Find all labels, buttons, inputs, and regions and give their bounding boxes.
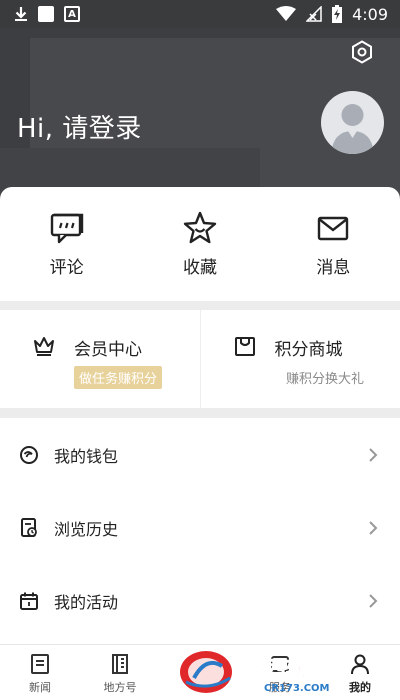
tab-news[interactable]: 新闻: [0, 645, 80, 700]
member-section: 会员中心 做任务赚积分 积分商城 赚积分换大礼: [0, 310, 400, 408]
status-bar: A 4:09: [0, 0, 400, 28]
site-watermark: 西西软件园 CR173.COM: [180, 651, 346, 694]
watermark-title: 西西软件园: [246, 656, 346, 680]
calendar-icon: [20, 592, 38, 610]
tab-local-label: 地方号: [103, 681, 137, 694]
wallet-icon: [20, 445, 38, 464]
chevron-right-icon: [369, 447, 378, 462]
mail-icon: [318, 216, 349, 241]
shop-bag-icon: [234, 337, 255, 356]
points-mall-subtitle: 赚积分换大礼: [285, 372, 364, 387]
section-divider: [0, 301, 400, 310]
comments-button[interactable]: 评论: [0, 187, 133, 301]
default-avatar-icon: [331, 104, 374, 154]
list-item-history[interactable]: 浏览历史: [0, 491, 400, 564]
vip-center-button[interactable]: 会员中心 做任务赚积分: [0, 310, 200, 408]
text-notification-icon: A: [64, 6, 80, 22]
tab-news-label: 新闻: [29, 681, 51, 694]
chevron-right-icon: [369, 593, 378, 608]
comment-icon: [50, 213, 83, 244]
watermark-subtitle: CR173.COM: [264, 683, 330, 694]
settings-icon[interactable]: [350, 40, 374, 64]
download-icon: [15, 7, 27, 21]
status-bar-left: A: [14, 6, 80, 22]
quick-actions-card: 评论 收藏 消息: [0, 187, 400, 301]
wallet-label: 我的钱包: [54, 446, 119, 466]
history-icon: [21, 517, 37, 537]
app-notification-icon: [38, 6, 54, 22]
star-icon: [183, 211, 217, 244]
list-item-wallet[interactable]: 我的钱包: [0, 418, 400, 491]
points-mall-button[interactable]: 积分商城 赚积分换大礼: [199, 310, 400, 408]
messages-button[interactable]: 消息: [267, 187, 400, 301]
favorites-button[interactable]: 收藏: [133, 187, 266, 301]
wifi-icon: [276, 6, 297, 21]
vip-task-badge: 做任务赚积分: [74, 366, 163, 389]
activities-label: 我的活动: [54, 592, 119, 612]
status-bar-right: 4:09: [276, 5, 388, 24]
list-item-activities[interactable]: 我的活动: [0, 564, 400, 637]
signal-icon: [306, 6, 322, 22]
crown-icon: [34, 337, 54, 356]
login-prompt[interactable]: Hi, 请登录: [17, 108, 142, 145]
battery-charging-icon: [332, 5, 343, 23]
section-divider: [0, 408, 400, 418]
history-label: 浏览历史: [54, 519, 119, 539]
news-icon: [31, 654, 49, 674]
chevron-right-icon: [369, 520, 378, 535]
menu-list: 我的钱包 浏览历史 我的活动: [0, 418, 400, 644]
messages-label: 消息: [316, 258, 351, 278]
comments-label: 评论: [49, 258, 84, 278]
points-mall-title: 积分商城: [274, 340, 343, 360]
tab-local[interactable]: 地方号: [80, 645, 160, 700]
building-icon: [112, 654, 128, 674]
clock: 4:09: [352, 4, 388, 24]
favorites-label: 收藏: [182, 258, 217, 278]
avatar[interactable]: [321, 91, 384, 154]
vip-center-title: 会员中心: [74, 340, 142, 360]
